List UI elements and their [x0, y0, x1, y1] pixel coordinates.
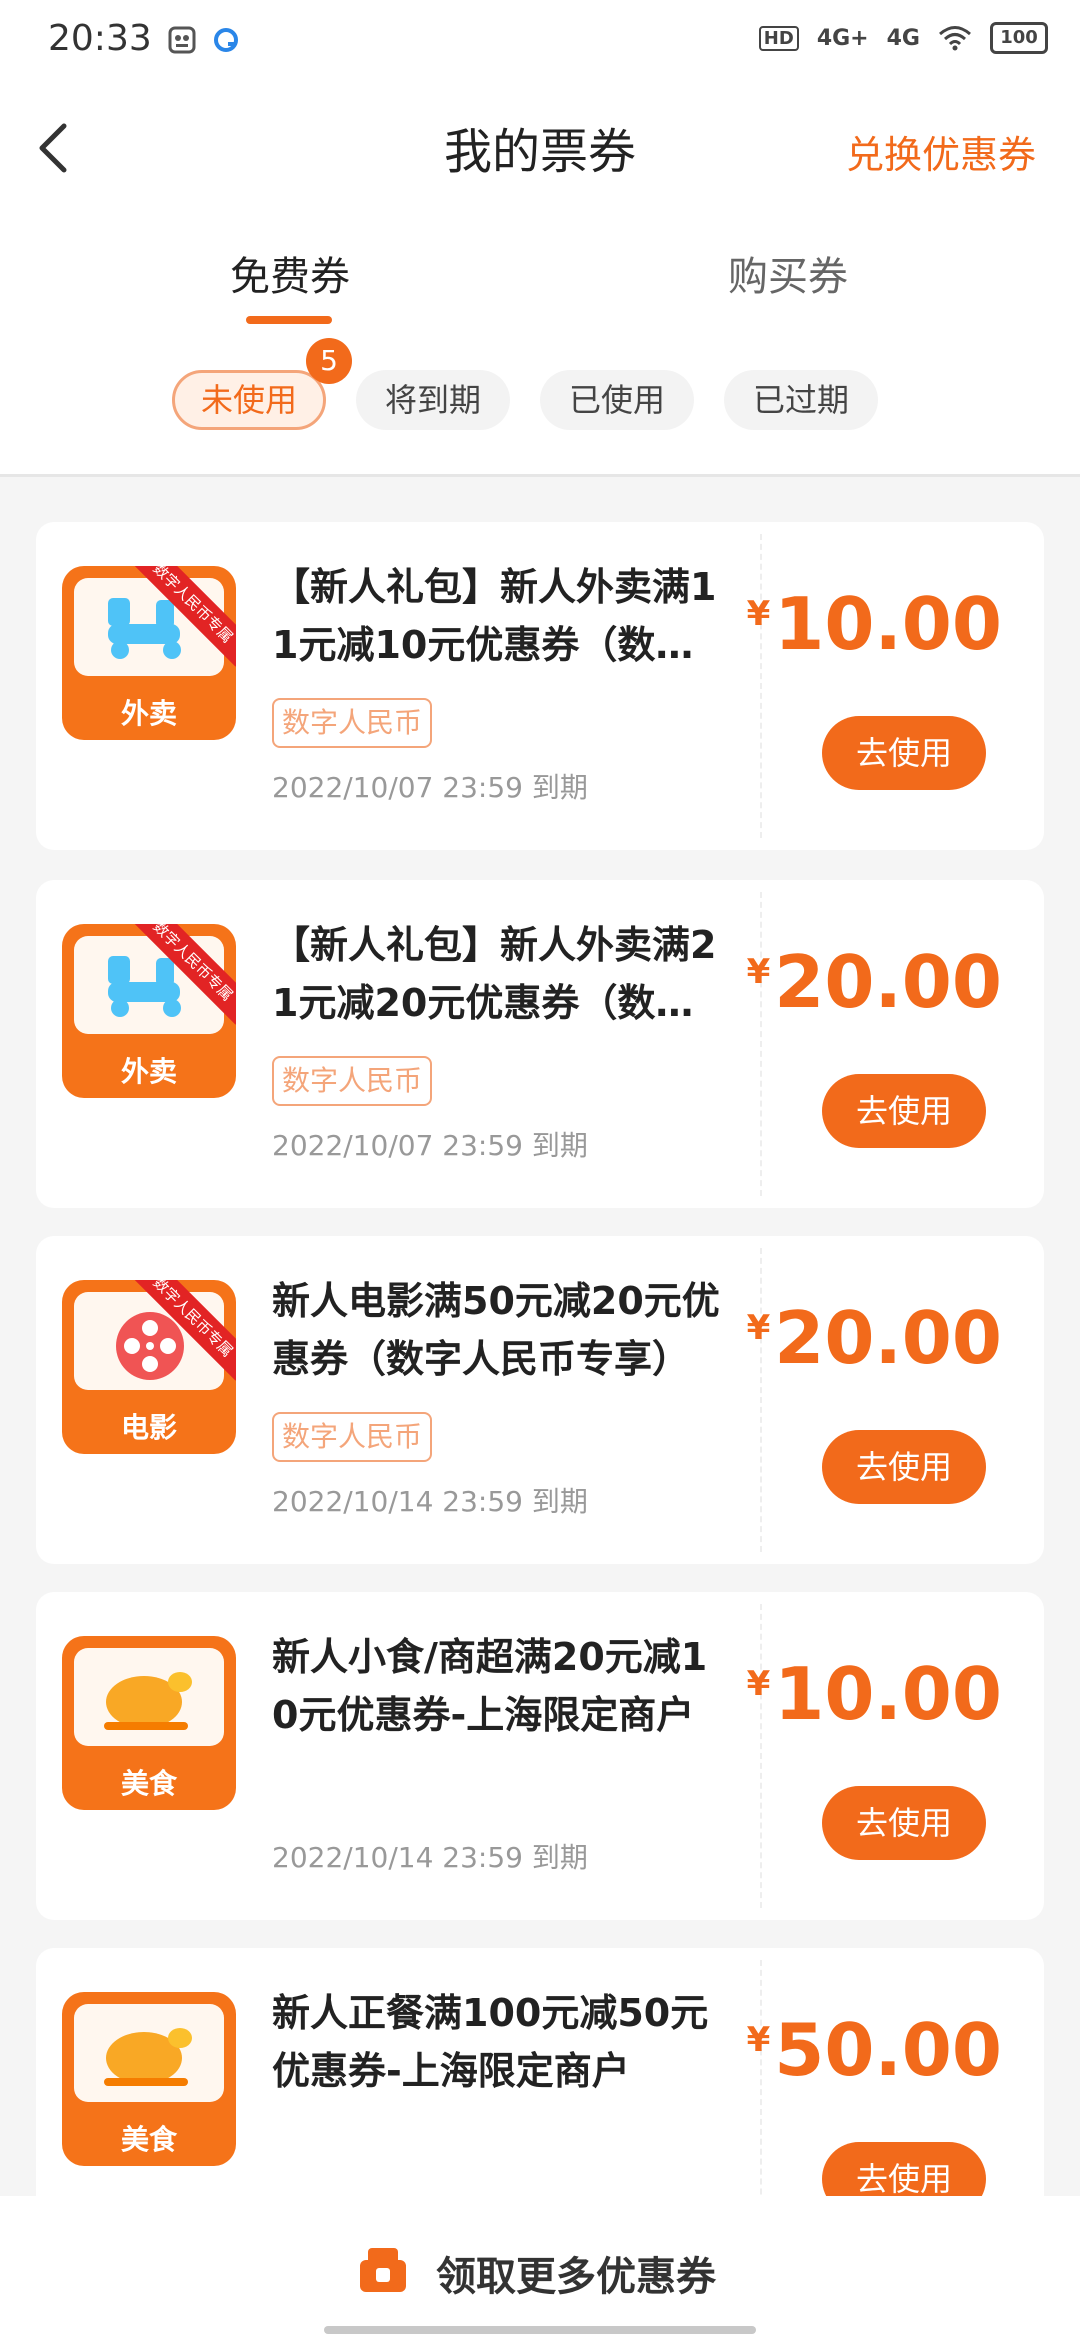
- coupon-amount: ¥50.00: [747, 2008, 1002, 2092]
- use-coupon-button[interactable]: 去使用: [822, 1430, 986, 1504]
- amount-value: 20.00: [774, 1296, 1002, 1380]
- category-icon-tile: 数字人民币专属 电影: [62, 1280, 236, 1454]
- wifi-icon: [939, 26, 971, 51]
- status-time: 20:33: [48, 18, 152, 59]
- card-divider: [760, 892, 762, 1196]
- currency-symbol: ¥: [746, 1308, 771, 1348]
- active-tab-indicator: [246, 316, 332, 324]
- currency-symbol: ¥: [746, 2020, 771, 2060]
- coupon-expiry: 2022/10/14 23:59 到期: [272, 1841, 588, 1874]
- filter-expired[interactable]: 已过期: [724, 370, 878, 430]
- use-coupon-button[interactable]: 去使用: [822, 1074, 986, 1148]
- tab-purchased-coupons[interactable]: 购买券: [728, 244, 848, 302]
- coupon-title: 新人电影满50元减20元优惠券（数字人民币专享）: [272, 1279, 720, 1381]
- coupon-tag: 数字人民币: [272, 1412, 433, 1462]
- coupon-tag: 数字人民币: [272, 1056, 433, 1106]
- roast-chicken-icon: [104, 2028, 192, 2086]
- category-label: 外卖: [120, 1055, 177, 1088]
- currency-symbol: ¥: [746, 952, 771, 992]
- amount-value: 20.00: [774, 940, 1002, 1024]
- coupon-amount: ¥10.00: [747, 582, 1002, 666]
- app-notification-icon: [168, 26, 196, 54]
- coupon-card[interactable]: 美食 新人小食/商超满20元减10元优惠券-上海限定商户 2022/10/14 …: [36, 1592, 1044, 1920]
- filter-unused[interactable]: 未使用: [172, 370, 326, 430]
- currency-symbol: ¥: [746, 594, 771, 634]
- coupon-tag: 数字人民币: [272, 698, 433, 748]
- coupon-amount: ¥20.00: [747, 1296, 1002, 1380]
- category-icon-tile: 数字人民币专属 外卖: [62, 924, 236, 1098]
- coupon-card[interactable]: 数字人民币专属 电影 新人电影满50元减20元优惠券（数字人民币专享） 数字人民…: [36, 1236, 1044, 1564]
- coupon-title: 【新人礼包】新人外卖满11元减10元优惠券（数…: [272, 565, 717, 667]
- browser-notification-icon: [214, 28, 238, 52]
- unused-count-badge: 5: [306, 338, 352, 384]
- claim-more-coupons[interactable]: 领取更多优惠券: [0, 2244, 1080, 2302]
- coupon-amount: ¥20.00: [747, 940, 1002, 1024]
- use-coupon-button[interactable]: 去使用: [822, 716, 986, 790]
- category-label: 外卖: [120, 697, 177, 730]
- battery-icon: 100: [990, 22, 1048, 54]
- hd-icon: HD: [758, 25, 799, 51]
- coupon-card[interactable]: 数字人民币专属 外卖 【新人礼包】新人外卖满11元减10元优惠券（数… 数字人民…: [36, 522, 1044, 850]
- coupon-title: 新人正餐满100元减50元优惠券-上海限定商户: [272, 1991, 709, 2093]
- signal-4g-icon: 4G: [886, 25, 920, 51]
- category-label: 美食: [120, 2123, 177, 2156]
- card-divider: [760, 534, 762, 838]
- coupon-expiry: 2022/10/07 23:59 到期: [272, 771, 588, 804]
- redeem-coupon-link[interactable]: 兑换优惠券: [846, 124, 1036, 179]
- category-icon-tile: 数字人民币专属 外卖: [62, 566, 236, 740]
- category-icon-tile: 美食: [62, 1992, 236, 2166]
- category-label: 美食: [120, 1767, 177, 1800]
- category-label: 电影: [120, 1411, 177, 1444]
- header-divider: [0, 474, 1080, 477]
- coupon-expiry: 2022/10/07 23:59 到期: [272, 1129, 588, 1162]
- filter-expiring[interactable]: 将到期: [356, 370, 510, 430]
- amount-value: 10.00: [774, 1652, 1002, 1736]
- coupon-title: 新人小食/商超满20元减10元优惠券-上海限定商户: [272, 1635, 708, 1737]
- card-divider: [760, 1604, 762, 1908]
- category-icon-tile: 美食: [62, 1636, 236, 1810]
- coupon-title: 【新人礼包】新人外卖满21元减20元优惠券（数…: [272, 923, 717, 1025]
- amount-value: 50.00: [774, 2008, 1002, 2092]
- currency-symbol: ¥: [746, 1664, 771, 1704]
- use-coupon-button[interactable]: 去使用: [822, 1786, 986, 1860]
- coupon-amount: ¥10.00: [747, 1652, 1002, 1736]
- roast-chicken-icon: [104, 1672, 192, 1730]
- claim-more-bar[interactable]: 领取更多优惠券: [0, 2196, 1080, 2340]
- amount-value: 10.00: [774, 582, 1002, 666]
- status-bar: 20:33 HD 4G+ 4G 100: [0, 0, 1080, 84]
- status-right: HD 4G+ 4G 100: [758, 22, 1048, 54]
- home-indicator[interactable]: [324, 2326, 756, 2334]
- coupon-card[interactable]: 数字人民币专属 外卖 【新人礼包】新人外卖满21元减20元优惠券（数… 数字人民…: [36, 880, 1044, 1208]
- filter-used[interactable]: 已使用: [540, 370, 694, 430]
- tab-free-coupons[interactable]: 免费券: [230, 244, 350, 302]
- coupon-expiry: 2022/10/14 23:59 到期: [272, 1485, 588, 1518]
- signal-4g-plus-icon: 4G+: [816, 25, 869, 51]
- card-divider: [760, 1248, 762, 1552]
